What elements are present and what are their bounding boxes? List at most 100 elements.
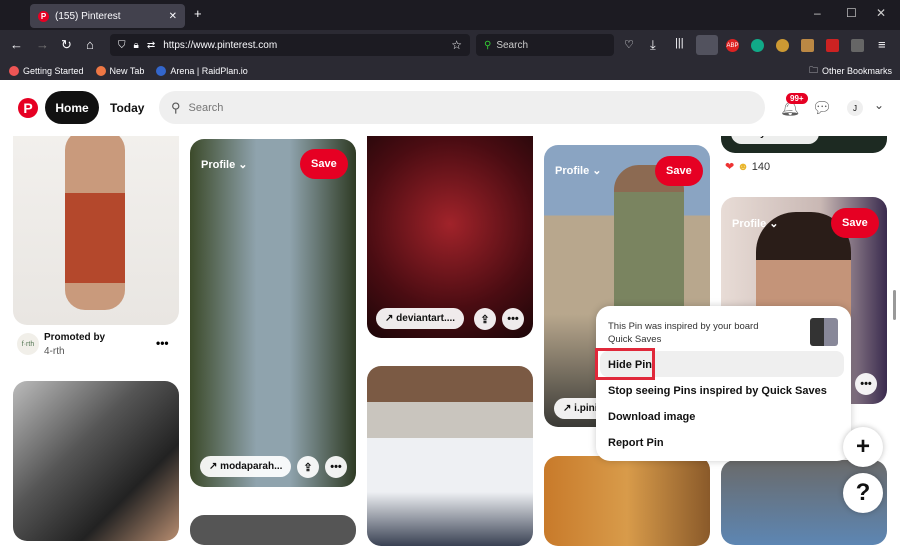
- permissions-icon: ⇄: [146, 39, 156, 51]
- firefox-icon: [9, 65, 19, 76]
- advertiser-logo[interactable]: f·rth: [17, 333, 39, 355]
- pin-image[interactable]: Profile ⌄ Save ↗ modaparah... ⇪ •••: [190, 139, 356, 487]
- promoted-label: Promoted by: [44, 332, 106, 343]
- pinterest-logo-icon[interactable]: P: [18, 98, 38, 118]
- pin-image[interactable]: [367, 366, 533, 546]
- reader-view-icon[interactable]: [696, 35, 718, 55]
- inspired-text: This Pin was inspired by your board: [608, 321, 759, 332]
- chevron-down-icon[interactable]: ⌄: [874, 98, 884, 112]
- pinterest-favicon-icon: P: [38, 10, 49, 22]
- more-options-icon[interactable]: •••: [855, 373, 877, 395]
- link-label: i.pini: [574, 403, 598, 414]
- notifications-badge: 99+: [786, 93, 808, 104]
- browser-toolbar: ← → ↻ ⌂ ⛉ 🔒︎ ⇄ https://www.pinterest.com…: [0, 30, 900, 61]
- forward-icon[interactable]: →: [36, 37, 49, 52]
- profile-dropdown[interactable]: Profile ⌄: [555, 164, 602, 177]
- save-button[interactable]: Save: [831, 208, 879, 238]
- tab-title: (155) Pinterest: [55, 10, 121, 22]
- home-icon[interactable]: ⌂: [86, 37, 94, 52]
- browser-tab-bar: P (155) Pinterest ✕ + – ☐ ✕: [0, 0, 900, 30]
- browser-search-input[interactable]: ⚲ Search: [476, 34, 614, 56]
- more-options-icon[interactable]: •••: [156, 336, 169, 350]
- menu-icon[interactable]: ≡: [878, 37, 886, 52]
- extension-icon[interactable]: [801, 39, 814, 52]
- close-tab-icon[interactable]: ✕: [169, 11, 177, 22]
- inspired-by-text: This Pin was inspired by your board Quic…: [608, 320, 759, 346]
- profile-dropdown[interactable]: Profile ⌄: [732, 217, 779, 230]
- search-placeholder: Search: [188, 101, 224, 114]
- url-bar[interactable]: ⛉ 🔒︎ ⇄ https://www.pinterest.com ☆: [110, 34, 470, 56]
- advertiser-name[interactable]: 4-rth: [44, 346, 65, 357]
- bookmark-getting-started[interactable]: Getting Started: [9, 65, 84, 76]
- menu-item-report-pin[interactable]: Report Pin: [608, 437, 664, 449]
- pocket-icon[interactable]: ♡: [624, 38, 634, 51]
- browser-tab[interactable]: P (155) Pinterest ✕: [30, 4, 185, 28]
- extension-icon[interactable]: [776, 39, 789, 52]
- folder-icon: 🗀: [808, 64, 818, 75]
- profile-label: Profile: [732, 218, 767, 230]
- back-icon[interactable]: ←: [10, 37, 23, 52]
- pin-photo: [235, 179, 305, 469]
- save-button[interactable]: Save: [655, 156, 703, 186]
- pin-source-link[interactable]: ↗ modaparah...: [200, 456, 292, 477]
- reactions[interactable]: ❤ ☻ 140: [725, 160, 771, 174]
- profile-label: Profile: [201, 159, 236, 171]
- menu-item-hide-pin[interactable]: Hide Pin: [608, 359, 652, 371]
- bookmark-star-icon[interactable]: ☆: [451, 38, 462, 52]
- pin-image[interactable]: ↗ deviantart.... ⇪ •••: [367, 110, 533, 338]
- pin-image[interactable]: [190, 515, 356, 545]
- search-icon: ⚲: [484, 39, 492, 51]
- help-button[interactable]: ?: [843, 473, 883, 513]
- extension-icon[interactable]: [826, 39, 839, 52]
- pin-image[interactable]: [13, 381, 179, 541]
- search-input[interactable]: ⚲ Search: [159, 91, 765, 124]
- bookmarks-bar: Getting Started New Tab Arena | RaidPlan…: [0, 61, 900, 80]
- close-window-icon[interactable]: ✕: [876, 6, 886, 20]
- pin-source-link[interactable]: ↗ deviantart....: [376, 308, 465, 329]
- pin-image[interactable]: [544, 456, 710, 546]
- avatar[interactable]: J: [847, 100, 863, 116]
- messages-icon[interactable]: 💬︎: [812, 98, 832, 118]
- new-tab-icon[interactable]: +: [194, 6, 202, 21]
- pin-image[interactable]: [13, 110, 179, 325]
- profile-dropdown[interactable]: Profile ⌄: [201, 158, 248, 171]
- wow-reaction-icon: ☻: [737, 160, 749, 173]
- bookmark-label: Arena | RaidPlan.io: [170, 65, 248, 76]
- more-options-icon[interactable]: •••: [502, 308, 524, 330]
- reactions-count: 140: [751, 160, 771, 173]
- downloads-icon[interactable]: ⤓: [650, 37, 656, 53]
- bookmark-label: Getting Started: [23, 65, 84, 76]
- share-icon[interactable]: ⇪: [297, 456, 319, 478]
- minimize-icon[interactable]: –: [814, 6, 821, 20]
- pinterest-header: P Home Today ⚲ Search 🔔︎ 99+ 💬︎ J ⌄: [0, 80, 900, 136]
- board-thumbnail: [810, 318, 838, 346]
- pin-photo: [65, 130, 125, 310]
- bookmark-label: New Tab: [109, 65, 145, 76]
- link-label: deviantart....: [396, 313, 456, 324]
- bookmark-new-tab[interactable]: New Tab: [95, 65, 145, 76]
- scrollbar[interactable]: [893, 290, 896, 320]
- adblock-icon[interactable]: ABP: [726, 39, 739, 52]
- more-options-icon[interactable]: •••: [325, 456, 347, 478]
- board-name: Quick Saves: [608, 334, 662, 345]
- bookmark-arena[interactable]: Arena | RaidPlan.io: [156, 65, 248, 76]
- save-button[interactable]: Save: [300, 149, 348, 179]
- library-icon[interactable]: |||: [675, 37, 684, 49]
- today-button[interactable]: Today: [104, 91, 150, 124]
- bookmark-label: Other Bookmarks: [821, 65, 892, 76]
- extension-icon[interactable]: [851, 39, 864, 52]
- grammarly-icon[interactable]: [751, 39, 764, 52]
- maximize-icon[interactable]: ☐: [846, 6, 857, 20]
- add-button[interactable]: +: [843, 427, 883, 467]
- lock-icon: 🔒︎: [133, 39, 139, 51]
- raidplan-icon: [156, 65, 167, 76]
- other-bookmarks[interactable]: 🗀 Other Bookmarks: [809, 63, 892, 79]
- firefox-icon: [95, 65, 106, 76]
- reload-icon[interactable]: ↻: [61, 37, 72, 53]
- share-icon[interactable]: ⇪: [474, 308, 496, 330]
- link-label: modaparah...: [220, 461, 283, 472]
- home-button[interactable]: Home: [45, 91, 99, 124]
- heart-reaction-icon: ❤: [725, 161, 735, 173]
- menu-item-stop-seeing[interactable]: Stop seeing Pins inspired by Quick Saves: [608, 385, 827, 397]
- menu-item-download-image[interactable]: Download image: [608, 411, 695, 423]
